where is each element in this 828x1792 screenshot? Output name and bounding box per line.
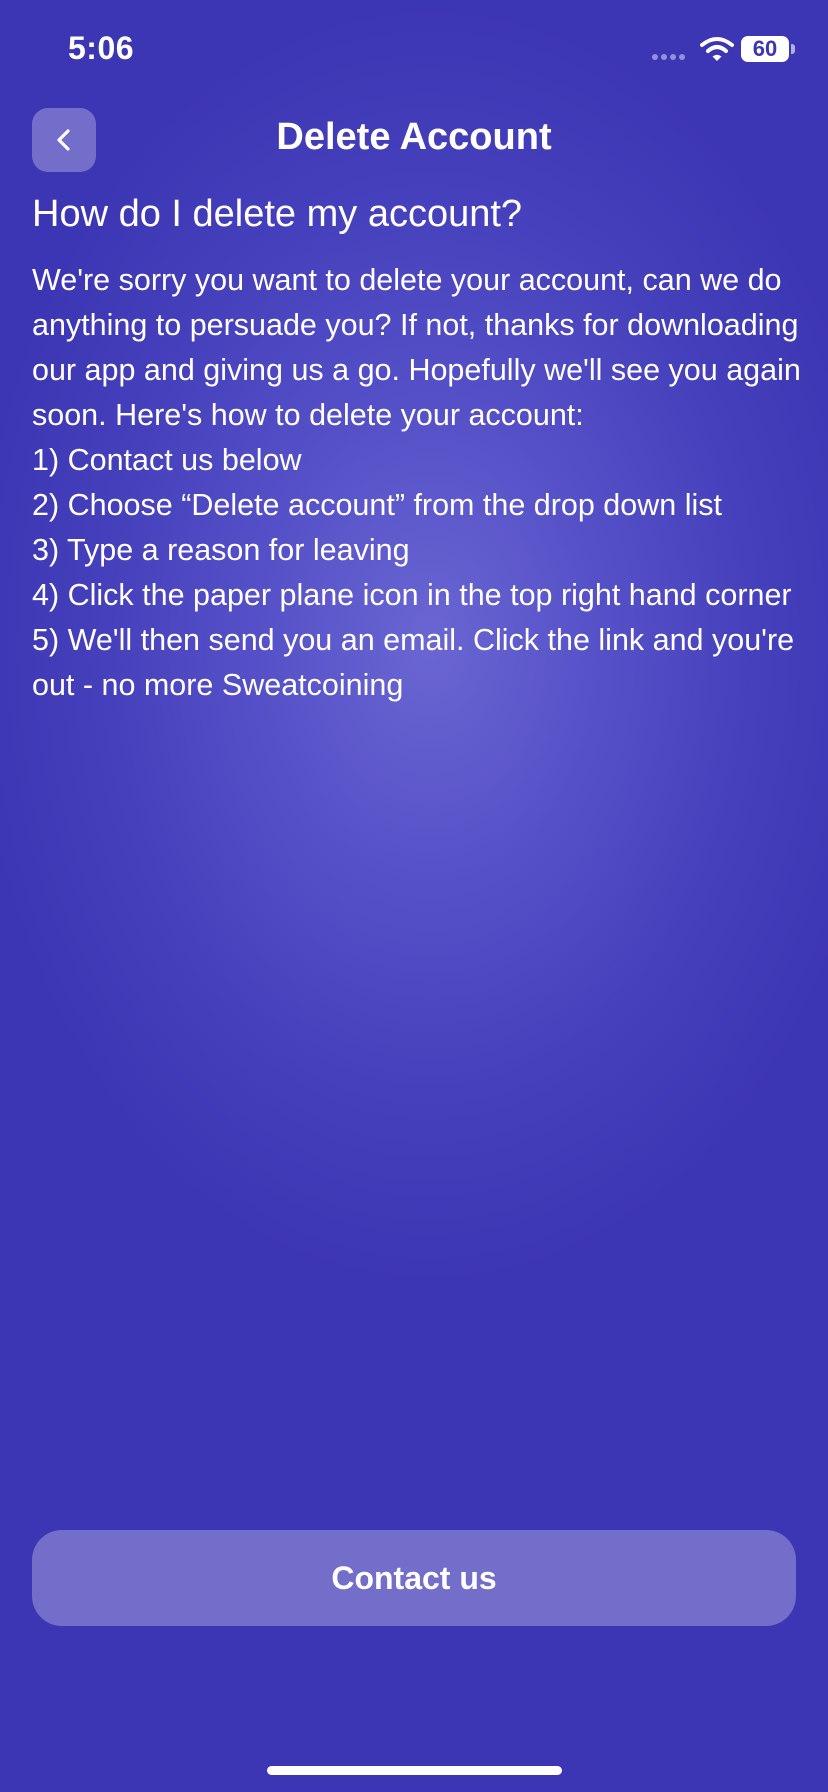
contact-us-label: Contact us — [331, 1559, 497, 1596]
contact-us-button[interactable]: Contact us — [32, 1530, 796, 1626]
steps-list: 1) Contact us below 2) Choose “Delete ac… — [32, 438, 802, 708]
step-item: 1) Contact us below — [32, 443, 302, 477]
status-time: 5:06 — [68, 30, 135, 66]
cellular-icon — [652, 54, 685, 60]
step-item: 3) Type a reason for leaving — [32, 533, 410, 567]
battery-icon: 60 — [741, 36, 789, 62]
step-item: 4) Click the paper plane icon in the top… — [32, 578, 792, 612]
home-indicator — [267, 1766, 562, 1775]
step-item: 5) We'll then send you an email. Click t… — [32, 623, 795, 702]
wifi-icon — [700, 37, 734, 61]
step-item: 2) Choose “Delete account” from the drop… — [32, 488, 722, 522]
help-body: We're sorry you want to delete your acco… — [32, 258, 802, 708]
page-title: Delete Account — [276, 116, 552, 158]
battery-level: 60 — [752, 36, 778, 61]
question-heading: How do I delete my account? — [32, 193, 523, 235]
intro-text: We're sorry you want to delete your acco… — [32, 263, 801, 432]
battery-nub — [791, 44, 795, 54]
status-bar: 5:06 60 — [0, 0, 828, 100]
